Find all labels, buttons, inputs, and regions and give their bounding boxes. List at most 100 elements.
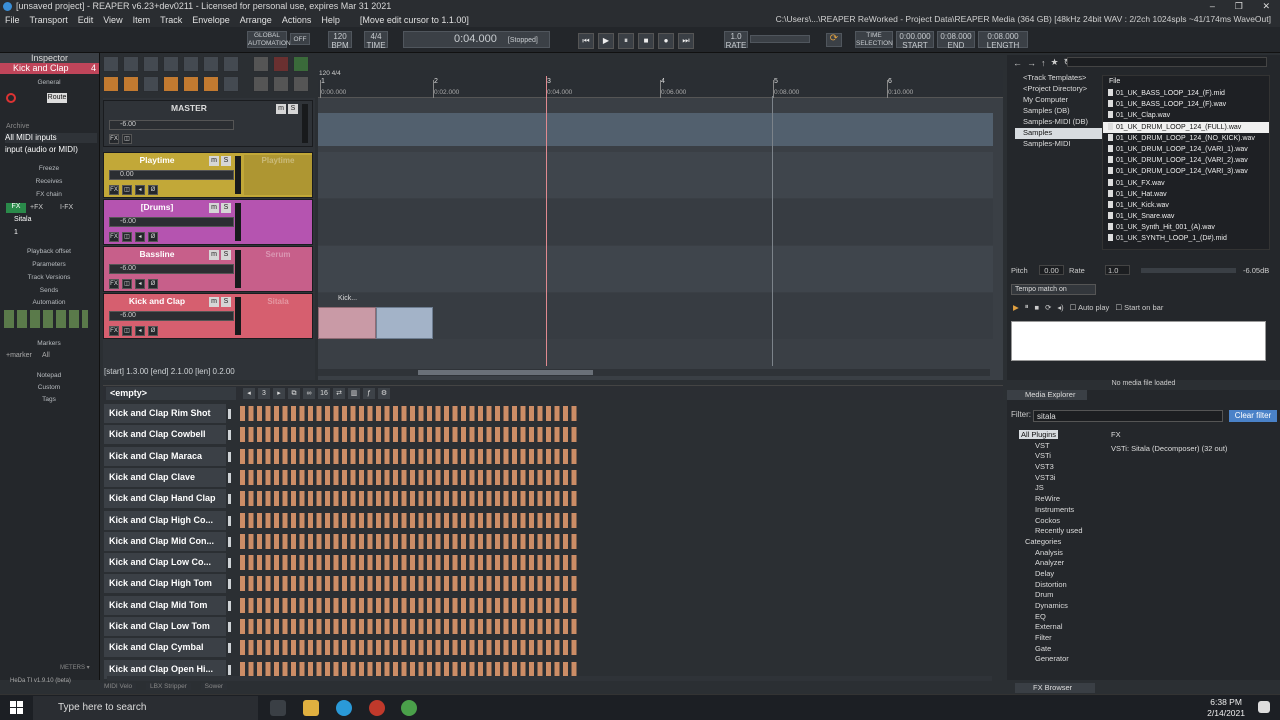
fx-slot[interactable]: Serum <box>244 249 312 289</box>
row-knob[interactable] <box>228 664 231 675</box>
row-label[interactable]: Kick and Clap Cymbal <box>104 638 226 658</box>
speaker-icon[interactable]: ◂ <box>135 185 145 195</box>
pause-button[interactable]: ⏸ <box>618 33 634 49</box>
toolbar-button[interactable] <box>223 56 239 72</box>
input-select-2[interactable]: input (audio or MIDI) <box>5 145 97 155</box>
freeze-section[interactable]: Freeze <box>0 165 98 172</box>
tree-item[interactable]: VSTi <box>1019 451 1099 462</box>
snap-icon[interactable] <box>293 56 309 72</box>
row-label[interactable]: Kick and Clap Low Tom <box>104 617 226 636</box>
track-lane[interactable] <box>318 199 993 245</box>
global-automation-toggle[interactable]: OFF <box>290 33 310 45</box>
add-fx-button[interactable]: +FX <box>30 204 43 211</box>
stop-icon[interactable]: ■ <box>1035 303 1040 312</box>
row-label[interactable]: Kick and Clap Rim Shot <box>104 404 226 423</box>
file-explorer-icon[interactable] <box>303 700 319 716</box>
track-kick-and-clap[interactable]: Kick and Clap mS -6.00 FX ◫ ◂ Ø Sitala <box>103 293 313 339</box>
route-icon[interactable]: ◫ <box>122 232 132 242</box>
toolbar-button[interactable] <box>103 76 119 92</box>
speaker-icon[interactable]: ◂ <box>135 232 145 242</box>
step-grid[interactable] <box>240 597 580 613</box>
row-label[interactable]: Kick and Clap Maraca <box>104 446 226 466</box>
sequencer-row[interactable]: Kick and Clap Mid Tom <box>103 595 1003 615</box>
tree-item[interactable]: Cockos <box>1019 516 1099 527</box>
selection-end[interactable]: 0:08.000 END <box>937 31 975 50</box>
mute-button[interactable]: m <box>209 203 219 213</box>
input-select-1[interactable]: All MIDI inputs <box>5 133 97 143</box>
solo-button[interactable]: S <box>221 156 231 166</box>
input-fx-button[interactable]: I-FX <box>60 204 73 211</box>
track-lane[interactable] <box>318 246 993 292</box>
file-item[interactable]: 01_UK_DRUM_LOOP_124_(NO_KICK).wav <box>1103 133 1269 144</box>
menu-arrange[interactable]: Arrange <box>235 15 277 25</box>
solo-button[interactable]: S <box>221 297 231 307</box>
file-item[interactable]: 01_UK_SYNTH_LOOP_1_(D#).mid <box>1103 233 1269 244</box>
mute-button[interactable]: m <box>276 104 286 114</box>
toolbar-button[interactable] <box>183 56 199 72</box>
route-button[interactable]: Route <box>47 93 67 103</box>
toolbar-button[interactable] <box>123 56 139 72</box>
position-display[interactable]: 0:04.000 [Stopped] <box>403 31 550 48</box>
toolbar-button[interactable] <box>103 56 119 72</box>
toolbar-button[interactable] <box>163 76 179 92</box>
sequencer-row[interactable]: Kick and Clap Hand Clap <box>103 488 1003 509</box>
notification-icon[interactable] <box>1258 701 1270 713</box>
system-clock[interactable]: 6:38 PM 2/14/2021 <box>1207 697 1245 719</box>
toolbar-button[interactable] <box>273 76 289 92</box>
function-icon[interactable]: ƒ <box>363 388 375 399</box>
tree-item[interactable]: Instruments <box>1019 505 1099 516</box>
tab-sower[interactable]: Sower <box>200 683 228 690</box>
row-knob[interactable] <box>228 494 231 505</box>
tree-item[interactable]: VST3 <box>1019 462 1099 473</box>
menu-view[interactable]: View <box>98 15 127 25</box>
general-section[interactable]: General <box>0 79 98 86</box>
tree-item[interactable]: External <box>1019 622 1099 633</box>
go-to-start-button[interactable]: ⏮ <box>578 33 594 49</box>
step-grid[interactable] <box>240 576 580 592</box>
play-button[interactable]: ▶ <box>598 33 614 49</box>
filter-input[interactable]: sitala <box>1033 410 1223 422</box>
velocity-icon[interactable]: ▥ <box>348 388 360 399</box>
tree-item[interactable]: <Project Directory> <box>1015 84 1103 95</box>
row-knob[interactable] <box>228 579 231 590</box>
tree-item[interactable]: Samples-MIDI <box>1015 139 1103 150</box>
back-icon[interactable]: ← <box>1013 58 1022 68</box>
timeline-ruler[interactable]: 120 4/4 1 0:00.000 2 0:02.000 3 0:04.000 4 0… <box>318 70 1003 98</box>
sequencer-row[interactable]: Kick and Clap Low Co... <box>103 552 1003 573</box>
track-lane[interactable] <box>318 152 993 198</box>
minimize-button[interactable]: – <box>1210 0 1215 13</box>
toolbar-button[interactable] <box>203 56 219 72</box>
route-icon[interactable]: ◫ <box>122 326 132 336</box>
volume-fader[interactable]: -6.00 <box>109 217 234 227</box>
row-knob[interactable] <box>228 430 231 441</box>
waveform-preview[interactable] <box>1011 321 1266 361</box>
fx-toggle-icon[interactable]: FX <box>6 203 26 213</box>
loop-icon[interactable]: ∞ <box>303 388 315 399</box>
file-item[interactable]: 01_UK_BASS_LOOP_124_(F).wav <box>1103 99 1269 110</box>
row-knob[interactable] <box>228 622 231 632</box>
step-grid[interactable] <box>240 448 580 464</box>
step-grid[interactable] <box>240 491 580 507</box>
step-grid[interactable] <box>240 619 580 634</box>
plugin-item[interactable]: VSTi: Sitala (Decomposer) (32 out) <box>1107 444 1277 453</box>
speaker-icon[interactable]: ◂) <box>1057 303 1063 312</box>
rate-field[interactable]: 1.0 RATE <box>724 31 748 50</box>
fx-slot[interactable]: Playtime <box>244 155 312 195</box>
gear-icon[interactable] <box>253 56 269 72</box>
tab-midi-velo[interactable]: MIDI Velo <box>100 683 137 690</box>
repeat-toggle-icon[interactable]: ⟳ <box>826 33 842 47</box>
sequencer-row[interactable]: Kick and Clap Clave <box>103 467 1003 487</box>
file-item-selected[interactable]: 01_UK_DRUM_LOOP_124_(FULL).wav <box>1103 121 1269 133</box>
tree-item[interactable]: Distortion <box>1019 580 1099 591</box>
tree-item[interactable]: Dynamics <box>1019 601 1099 612</box>
archive-label[interactable]: Archive <box>6 123 29 130</box>
meters-toggle[interactable]: METERS ▾ <box>60 664 90 671</box>
menu-edit[interactable]: Edit <box>73 15 99 25</box>
autoplay-checkbox[interactable]: ☐ Auto play <box>1070 303 1110 312</box>
track-master[interactable]: MASTER mS -6.00 FX ◫ <box>103 100 313 147</box>
toolbar-button[interactable] <box>223 76 239 92</box>
bpm-field[interactable]: 120 BPM <box>328 31 352 50</box>
app-icon[interactable] <box>369 700 385 716</box>
next-icon[interactable]: ▸ <box>273 388 285 399</box>
swing-icon[interactable]: ⇄ <box>333 388 345 399</box>
